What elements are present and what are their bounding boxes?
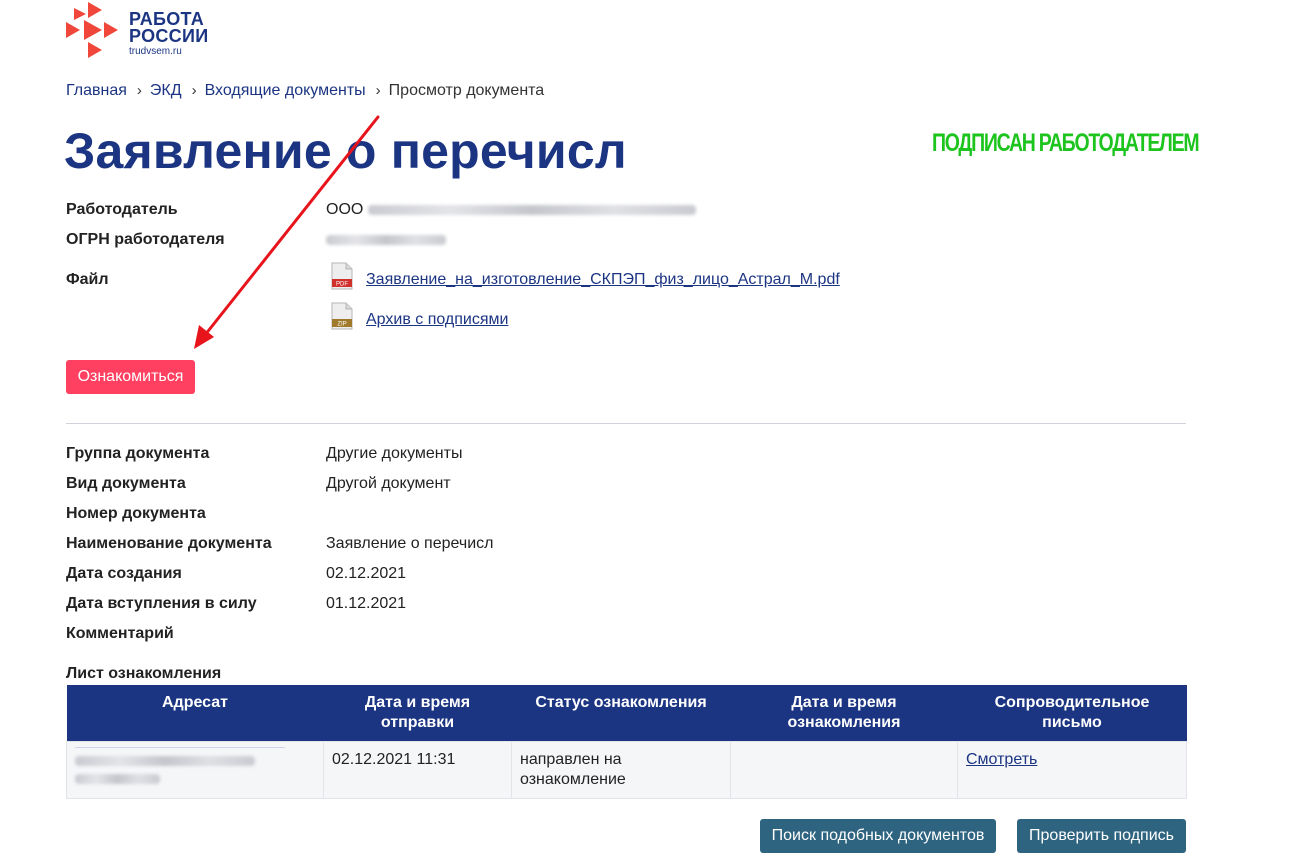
logo-triangles-icon bbox=[66, 2, 118, 58]
detail-value-group: Другие документы bbox=[326, 445, 463, 462]
cell-sent: 02.12.2021 11:31 bbox=[323, 740, 512, 799]
detail-label-group: Группа документа bbox=[66, 445, 210, 462]
view-letter-link[interactable]: Смотреть bbox=[966, 751, 1037, 768]
breadcrumb-home[interactable]: Главная bbox=[66, 82, 127, 99]
zip-file-icon[interactable]: ZIP bbox=[331, 302, 353, 330]
logo-domain: trudvsem.ru bbox=[129, 46, 182, 57]
employer-value-prefix: ООО bbox=[326, 201, 364, 218]
breadcrumb-incoming-documents[interactable]: Входящие документы bbox=[205, 82, 366, 99]
signed-status-stamp: ПОДПИСАН РАБОТОДАТЕЛЕМ bbox=[932, 129, 1200, 157]
column-header-acknowledged: Дата и время ознакомления bbox=[730, 685, 958, 741]
ogrn-value-redacted bbox=[326, 234, 446, 245]
column-header-sent: Дата и время отправки bbox=[323, 685, 512, 741]
addressee-detail-redacted bbox=[75, 773, 160, 784]
employer-name-redacted bbox=[367, 204, 696, 215]
logo-line-2: РОССИИ bbox=[129, 26, 209, 46]
pdf-file-link[interactable]: Заявление_на_изготовление_СКПЭП_физ_лицо… bbox=[366, 271, 840, 289]
employer-value: ООО bbox=[326, 201, 696, 219]
detail-label-name: Наименование документа bbox=[66, 535, 272, 552]
addressee-name-redacted bbox=[75, 755, 255, 766]
detail-label-effective: Дата вступления в силу bbox=[66, 595, 257, 612]
detail-value-name: Заявление о перечисл bbox=[326, 535, 494, 552]
table-row: 02.12.2021 11:31 направлен на ознакомлен… bbox=[66, 740, 1187, 799]
breadcrumb: Главная › ЭКД › Входящие документы › Просмотр … bbox=[66, 82, 544, 100]
pdf-badge-label: PDF bbox=[336, 282, 348, 288]
acknowledge-button[interactable]: Ознакомиться bbox=[66, 360, 195, 394]
verify-signature-button[interactable]: Проверить подпись bbox=[1017, 819, 1186, 853]
search-similar-button[interactable]: Поиск подобных документов bbox=[760, 819, 996, 853]
pdf-file-icon[interactable]: PDF bbox=[331, 262, 353, 290]
employer-label: Работодатель bbox=[66, 201, 178, 218]
ogrn-value bbox=[326, 231, 446, 249]
breadcrumb-current: Просмотр документа bbox=[388, 82, 545, 99]
cell-status: направлен на ознакомление bbox=[511, 740, 731, 799]
ogrn-label: ОГРН работодателя bbox=[66, 231, 225, 248]
breadcrumb-separator-icon: › bbox=[375, 82, 381, 99]
breadcrumb-ekd[interactable]: ЭКД bbox=[150, 82, 182, 99]
page-title: Заявление о перечисл bbox=[64, 123, 627, 179]
detail-label-created: Дата создания bbox=[66, 565, 182, 582]
column-header-addressee: Адресат bbox=[66, 685, 324, 741]
detail-value-created: 02.12.2021 bbox=[326, 565, 407, 582]
addressee-top-rule bbox=[75, 746, 285, 748]
breadcrumb-separator-icon: › bbox=[191, 82, 197, 99]
cell-addressee bbox=[66, 740, 324, 799]
detail-value-type: Другой документ bbox=[326, 475, 451, 492]
column-header-status: Статус ознакомления bbox=[511, 685, 731, 741]
table-header-row: Адресат Дата и время отправки Статус озн… bbox=[66, 685, 1187, 741]
ack-sheet-table: Адресат Дата и время отправки Статус озн… bbox=[66, 685, 1187, 799]
detail-value-effective: 01.12.2021 bbox=[326, 595, 407, 612]
file-label: Файл bbox=[66, 271, 109, 288]
breadcrumb-separator-icon: › bbox=[136, 82, 142, 99]
detail-label-comment: Комментарий bbox=[66, 625, 174, 642]
column-header-cover-letter: Сопроводительное письмо bbox=[957, 685, 1187, 741]
site-logo[interactable]: РАБОТА РОССИИ trudvsem.ru bbox=[66, 2, 216, 58]
cell-cover-letter: Смотреть bbox=[957, 740, 1187, 799]
ack-sheet-title: Лист ознакомления bbox=[66, 665, 222, 682]
section-divider bbox=[66, 423, 1186, 424]
detail-label-type: Вид документа bbox=[66, 475, 186, 492]
zip-badge-label: ZIP bbox=[337, 322, 346, 328]
cell-acknowledged bbox=[730, 740, 958, 799]
signatures-archive-link[interactable]: Архив с подписями bbox=[366, 311, 508, 329]
detail-label-number: Номер документа bbox=[66, 505, 206, 522]
